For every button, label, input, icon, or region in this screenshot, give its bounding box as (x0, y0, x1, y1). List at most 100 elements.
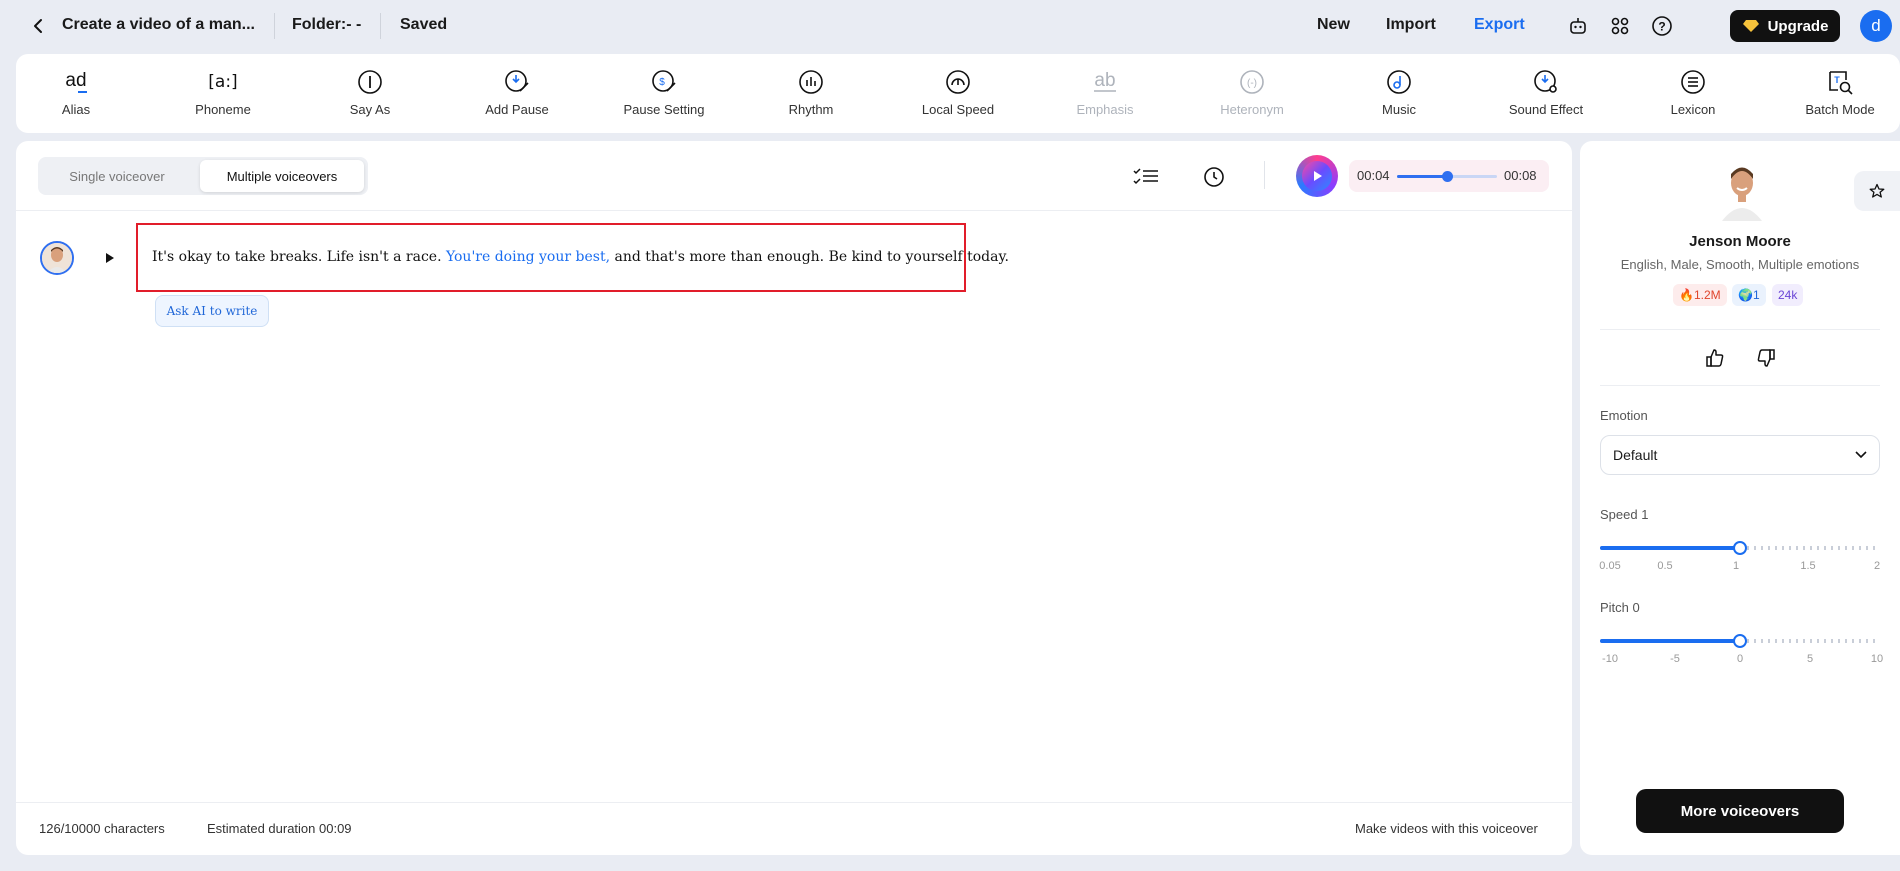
more-voiceovers-button[interactable]: More voiceovers (1636, 789, 1844, 833)
voice-portrait (1718, 161, 1766, 221)
tool-emphasis[interactable]: ab Emphasis (1045, 54, 1165, 133)
tick-label: 1 (1732, 560, 1740, 572)
divider (380, 13, 381, 39)
tool-label: Heteronym (1220, 102, 1284, 117)
tool-phoneme[interactable]: [a:] Phoneme (163, 54, 283, 133)
speed-slider[interactable] (1600, 541, 1880, 555)
svg-text:$: $ (659, 77, 665, 88)
divider (274, 13, 275, 39)
character-count: 126/10000 characters (39, 821, 165, 836)
tool-label: Say As (349, 102, 391, 117)
tool-label: Sound Effect (1508, 102, 1584, 117)
svg-text:(-): (-) (1247, 78, 1257, 89)
tick-label: 0.05 (1599, 560, 1621, 572)
divider (1600, 329, 1880, 330)
export-button[interactable]: Export (1474, 16, 1525, 34)
svg-text:T: T (1834, 75, 1840, 85)
ask-ai-button[interactable]: Ask AI to write (155, 295, 269, 327)
thumbs-down-icon[interactable] (1752, 344, 1780, 372)
tool-say-as[interactable]: Say As (310, 54, 430, 133)
lexicon-icon (1680, 68, 1706, 96)
folder-label[interactable]: Folder:- - (292, 16, 361, 34)
total-time: 00:08 (1504, 168, 1537, 183)
progress-track[interactable] (1397, 171, 1497, 182)
divider (16, 210, 1572, 211)
voice-avatar[interactable] (40, 241, 74, 275)
tool-label: Music (1382, 102, 1416, 117)
popularity-badge: 🔥 1.2M (1673, 284, 1727, 306)
chevron-down-icon (1855, 451, 1867, 459)
usage-badge: 24k (1772, 284, 1804, 306)
single-voiceover-tab[interactable]: Single voiceover (42, 160, 192, 192)
pitch-slider-knob[interactable] (1733, 634, 1747, 648)
speed-ticks: 0.05 0.5 1 1.5 2 (1599, 560, 1880, 574)
tick-label: 5 (1806, 653, 1814, 665)
help-icon[interactable]: ? (1648, 12, 1676, 40)
tool-alias[interactable]: ad Alias (16, 54, 136, 133)
checklist-icon[interactable] (1130, 161, 1162, 193)
divider (1264, 161, 1265, 189)
paragraph-text-box[interactable]: It's okay to take breaks. Life isn't a r… (136, 223, 1009, 292)
saved-status: Saved (400, 16, 448, 33)
pitch-label: Pitch 0 (1600, 600, 1640, 615)
say-as-icon (357, 68, 383, 96)
voiceover-mode-toggle: Single voiceover Multiple voiceovers (38, 157, 368, 195)
tool-pause-setting[interactable]: $ Pause Setting (604, 54, 724, 133)
star-icon[interactable] (1854, 171, 1900, 211)
svg-text:ad: ad (65, 70, 86, 91)
pitch-ticks: -10 -5 0 5 10 (1600, 653, 1884, 667)
emotion-select[interactable]: Default (1600, 435, 1880, 475)
toolbar: ad Alias [a:] Phoneme Say As Add Pause $… (16, 54, 1900, 133)
tool-heteronym[interactable]: (-) Heteronym (1192, 54, 1312, 133)
thumbs-up-icon[interactable] (1701, 344, 1729, 372)
history-clock-icon[interactable] (1198, 161, 1230, 193)
svg-text:ab: ab (1094, 70, 1115, 91)
back-arrow-icon[interactable] (26, 14, 50, 38)
progress-fill (1397, 175, 1447, 178)
tool-label: Alias (61, 102, 91, 117)
phoneme-icon: [a:] (206, 68, 240, 96)
user-avatar[interactable]: d (1860, 10, 1892, 42)
import-button[interactable]: Import (1386, 16, 1436, 34)
robot-icon[interactable] (1564, 12, 1592, 40)
tool-batch-mode[interactable]: T Batch Mode (1780, 54, 1900, 133)
tool-rhythm[interactable]: Rhythm (751, 54, 871, 133)
audio-player: 00:04 00:08 (1349, 160, 1549, 192)
tool-label: Add Pause (485, 102, 549, 117)
tool-music[interactable]: Music (1339, 54, 1459, 133)
speed-slider-knob[interactable] (1733, 541, 1747, 555)
play-all-button[interactable] (1296, 155, 1338, 197)
upgrade-label: Upgrade (1767, 17, 1829, 35)
new-button[interactable]: New (1317, 16, 1350, 34)
highlighted-text-segment[interactable]: You're doing your best, (446, 249, 610, 265)
project-title[interactable]: Create a video of a man... (62, 16, 255, 34)
row-play-icon[interactable] (100, 248, 120, 268)
tool-lexicon[interactable]: Lexicon (1633, 54, 1753, 133)
speed-label: Speed 1 (1600, 507, 1649, 522)
tick-label: 10 (1870, 653, 1884, 665)
tool-label: Emphasis (1076, 102, 1134, 117)
divider (1600, 385, 1880, 386)
svg-text:?: ? (1658, 20, 1665, 34)
apps-grid-icon[interactable] (1606, 12, 1634, 40)
multiple-voiceovers-tab[interactable]: Multiple voiceovers (200, 160, 364, 192)
language-badge: 🌍 1 (1732, 284, 1766, 306)
sound-effect-icon (1532, 68, 1560, 96)
play-icon (1302, 161, 1332, 191)
text-segment: and that's more than enough. Be kind to … (610, 249, 1009, 265)
progress-knob[interactable] (1442, 171, 1453, 182)
tool-sound-effect[interactable]: Sound Effect (1486, 54, 1606, 133)
make-videos-link[interactable]: Make videos with this voiceover (1355, 821, 1538, 836)
paragraph-text[interactable]: It's okay to take breaks. Life isn't a r… (152, 249, 1009, 265)
popularity-count: 1.2M (1693, 288, 1721, 302)
diamond-icon (1742, 20, 1759, 32)
upgrade-button[interactable]: Upgrade (1730, 10, 1840, 42)
tool-local-speed[interactable]: Local Speed (898, 54, 1018, 133)
tool-label: Batch Mode (1805, 102, 1875, 117)
voice-description: English, Male, Smooth, Multiple emotions (1620, 257, 1860, 272)
voice-name: Jenson Moore (1689, 233, 1791, 250)
rhythm-icon (798, 68, 824, 96)
pitch-slider[interactable] (1600, 634, 1880, 648)
music-icon (1386, 68, 1412, 96)
tool-add-pause[interactable]: Add Pause (457, 54, 577, 133)
